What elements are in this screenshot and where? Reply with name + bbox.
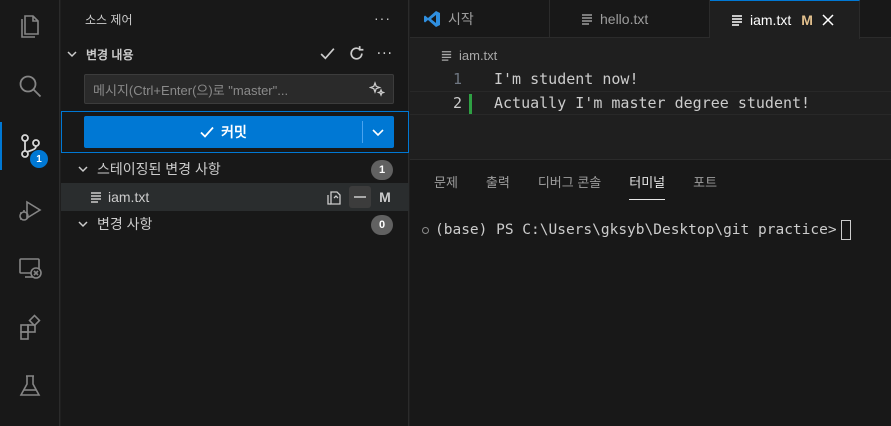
refresh-icon[interactable] bbox=[348, 45, 365, 62]
flask-icon bbox=[19, 375, 41, 396]
line-text: Actually I'm master degree student! bbox=[494, 94, 811, 112]
debug-icon bbox=[19, 200, 42, 221]
editor-area: 시작 hello.txt iam.txt M iam.txt 1 I'm stu… bbox=[410, 0, 891, 426]
file-lines-icon bbox=[441, 50, 452, 61]
section-title: 변경 내용 bbox=[86, 47, 134, 62]
staged-file-row[interactable]: iam.txt M bbox=[61, 183, 409, 211]
activity-search[interactable] bbox=[0, 62, 60, 110]
chevron-down-icon bbox=[372, 129, 384, 137]
extensions-icon bbox=[20, 314, 41, 340]
file-lines-icon bbox=[91, 192, 101, 203]
file-lines-icon bbox=[732, 15, 742, 26]
staged-file-name: iam.txt bbox=[108, 189, 150, 205]
sidebar-title: 소스 제어 bbox=[85, 12, 133, 27]
remote-icon bbox=[19, 258, 42, 279]
changes-label: 변경 사항 bbox=[97, 216, 153, 232]
tab-terminal[interactable]: 터미널 bbox=[629, 172, 665, 200]
activity-extensions[interactable] bbox=[0, 304, 60, 352]
modified-mark: M bbox=[801, 12, 813, 28]
terminal[interactable]: (base) PS C:\Users\gksyb\Desktop\git pra… bbox=[422, 220, 851, 240]
staged-count-badge: 1 bbox=[371, 160, 393, 180]
changes-group[interactable]: 변경 사항 0 bbox=[61, 211, 409, 237]
activity-explorer[interactable] bbox=[0, 0, 60, 48]
code-editor[interactable]: 1 I'm student now! 2 Actually I'm master… bbox=[410, 67, 891, 115]
files-icon bbox=[21, 15, 39, 38]
check-icon bbox=[200, 126, 214, 138]
file-lines-icon bbox=[582, 14, 592, 25]
activity-testing[interactable] bbox=[0, 362, 60, 410]
chevron-down-icon bbox=[78, 221, 88, 228]
staged-changes-label: 스테이징된 변경 사항 bbox=[97, 161, 221, 177]
activity-source-control[interactable]: 1 bbox=[0, 122, 60, 170]
tab-label: 시작 bbox=[448, 11, 474, 27]
tab-label: iam.txt bbox=[750, 12, 792, 28]
activity-bar: 1 bbox=[0, 0, 60, 426]
commit-message-input[interactable]: 메시지(Ctrl+Enter(으)로 "master"... bbox=[84, 74, 394, 104]
changes-count-badge: 0 bbox=[371, 215, 393, 235]
changes-section-header[interactable]: 변경 내용 ··· bbox=[61, 42, 409, 66]
bottom-panel: 문제 출력 디버그 콘솔 터미널 포트 (base) PS C:\Users\g… bbox=[410, 159, 891, 426]
source-control-badge: 1 bbox=[30, 150, 48, 168]
code-line-current[interactable]: 2 Actually I'm master degree student! bbox=[410, 91, 891, 115]
sidebar-header: 소스 제어 ··· bbox=[61, 0, 409, 38]
tab-hello-txt[interactable]: hello.txt bbox=[550, 0, 710, 38]
staged-changes-group[interactable]: 스테이징된 변경 사항 1 bbox=[61, 156, 409, 182]
commit-button-label: 커밋 bbox=[221, 124, 247, 140]
panel-tabs: 문제 출력 디버그 콘솔 터미널 포트 bbox=[434, 172, 745, 200]
sidebar-more-button[interactable]: ··· bbox=[374, 10, 391, 26]
file-status-badge: M bbox=[379, 189, 391, 205]
tab-iam-txt[interactable]: iam.txt M bbox=[710, 0, 860, 39]
code-line[interactable]: 1 I'm student now! bbox=[410, 67, 891, 91]
chevron-down-icon bbox=[67, 51, 77, 58]
commit-area: 커밋 bbox=[61, 111, 409, 153]
tab-ports[interactable]: 포트 bbox=[693, 172, 717, 198]
line-text: I'm student now! bbox=[494, 70, 639, 88]
close-icon[interactable] bbox=[821, 13, 835, 27]
tab-problems[interactable]: 문제 bbox=[434, 172, 458, 198]
breadcrumb[interactable]: iam.txt bbox=[440, 45, 497, 65]
activity-run-debug[interactable] bbox=[0, 186, 60, 234]
sparkle-icon[interactable] bbox=[369, 81, 385, 97]
commit-check-icon[interactable] bbox=[319, 45, 336, 62]
section-more-button[interactable]: ··· bbox=[377, 46, 393, 62]
unstage-button[interactable] bbox=[349, 186, 371, 208]
editor-tabs: 시작 hello.txt iam.txt M bbox=[410, 0, 891, 39]
terminal-prompt: (base) PS C:\Users\gksyb\Desktop\git pra… bbox=[435, 222, 837, 238]
open-file-icon bbox=[327, 191, 341, 205]
tab-welcome[interactable]: 시작 bbox=[410, 0, 550, 38]
added-line-gutter-mark bbox=[469, 94, 472, 114]
activity-remote-explorer[interactable] bbox=[0, 244, 60, 292]
commit-message-placeholder: 메시지(Ctrl+Enter(으)로 "master"... bbox=[93, 82, 289, 98]
source-control-sidebar: 소스 제어 ··· 변경 내용 ··· 메시지(Ctrl+Enter(으)로 "… bbox=[61, 0, 409, 426]
minus-icon bbox=[354, 196, 366, 198]
tab-debug-console[interactable]: 디버그 콘솔 bbox=[538, 172, 601, 198]
tab-output[interactable]: 출력 bbox=[486, 172, 510, 198]
terminal-decoration-icon bbox=[422, 226, 429, 234]
chevron-down-icon bbox=[78, 166, 88, 173]
commit-dropdown-button[interactable] bbox=[362, 116, 394, 148]
breadcrumb-file: iam.txt bbox=[459, 47, 498, 63]
line-number: 2 bbox=[452, 94, 462, 112]
open-file-button[interactable] bbox=[323, 186, 345, 208]
line-number: 1 bbox=[452, 70, 462, 88]
terminal-cursor bbox=[840, 220, 851, 240]
tab-label: hello.txt bbox=[600, 11, 649, 27]
search-icon bbox=[19, 75, 42, 98]
vscode-logo-icon bbox=[424, 11, 440, 27]
commit-button[interactable]: 커밋 bbox=[84, 116, 362, 148]
